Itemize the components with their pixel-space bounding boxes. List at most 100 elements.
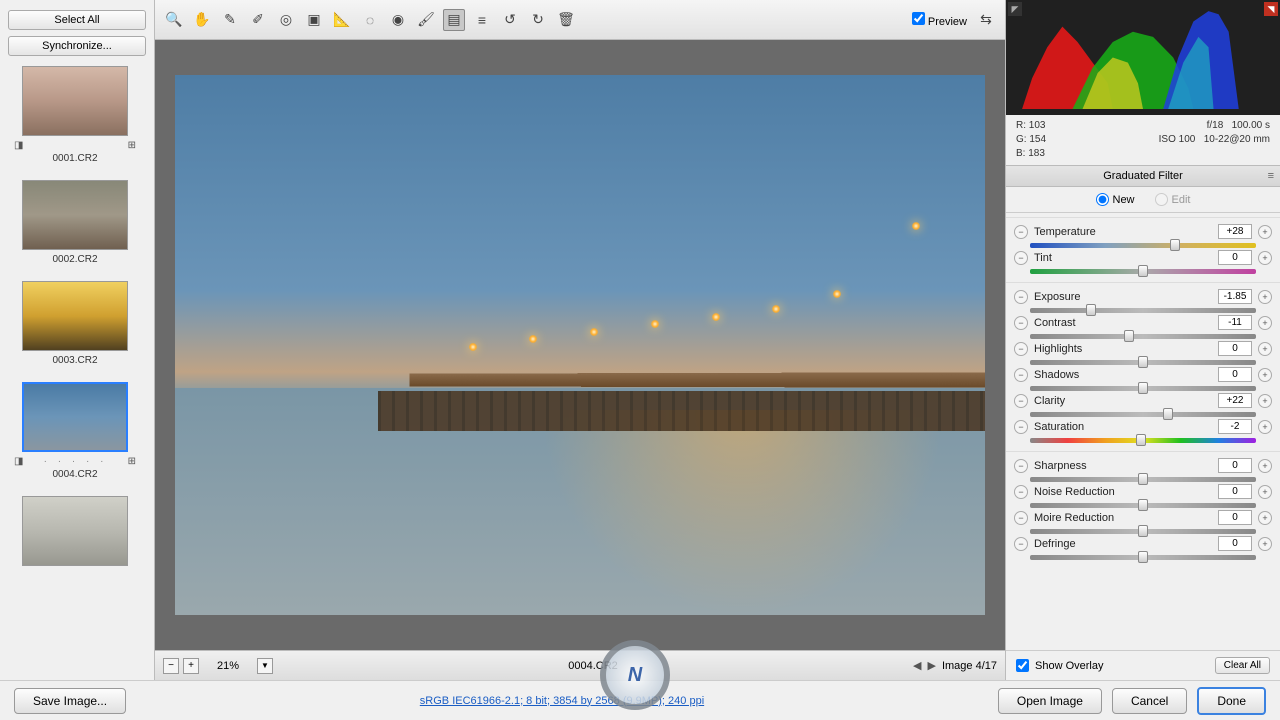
open-image-button[interactable]: Open Image <box>998 688 1102 714</box>
rotate-ccw-icon[interactable]: ↺ <box>499 9 521 31</box>
slider-value-input[interactable] <box>1218 536 1252 551</box>
show-overlay-checkbox[interactable] <box>1016 659 1029 672</box>
slider-handle[interactable] <box>1138 265 1148 277</box>
decrement-button[interactable]: − <box>1014 251 1028 265</box>
slider-value-input[interactable] <box>1218 458 1252 473</box>
slider-value-input[interactable] <box>1218 315 1252 330</box>
graduated-filter-tool-icon[interactable]: ▤ <box>443 9 465 31</box>
slider-track[interactable] <box>1030 477 1256 482</box>
decrement-button[interactable]: − <box>1014 459 1028 473</box>
slider-value-input[interactable] <box>1218 510 1252 525</box>
cancel-button[interactable]: Cancel <box>1112 688 1187 714</box>
straighten-tool-icon[interactable]: 📐 <box>331 9 353 31</box>
decrement-button[interactable]: − <box>1014 394 1028 408</box>
increment-button[interactable]: + <box>1258 368 1272 382</box>
done-button[interactable]: Done <box>1197 687 1266 715</box>
decrement-button[interactable]: − <box>1014 485 1028 499</box>
slider-track[interactable] <box>1030 555 1256 560</box>
slider-value-input[interactable] <box>1218 224 1252 239</box>
slider-handle[interactable] <box>1086 304 1096 316</box>
slider-track[interactable] <box>1030 308 1256 313</box>
increment-button[interactable]: + <box>1258 316 1272 330</box>
slider-handle[interactable] <box>1163 408 1173 420</box>
increment-button[interactable]: + <box>1258 225 1272 239</box>
slider-value-input[interactable] <box>1218 289 1252 304</box>
decrement-button[interactable]: − <box>1014 511 1028 525</box>
select-all-button[interactable]: Select All <box>8 10 146 30</box>
mode-edit-radio[interactable]: Edit <box>1155 193 1191 206</box>
thumbnail[interactable]: 0002.CR2 <box>8 180 142 265</box>
rotate-cw-icon[interactable]: ↻ <box>527 9 549 31</box>
decrement-button[interactable]: − <box>1014 368 1028 382</box>
workflow-options-link[interactable]: sRGB IEC61966-2.1; 8 bit; 3854 by 2568 (… <box>136 695 988 707</box>
thumbnail[interactable]: ◨⊞0001.CR2 <box>8 66 142 164</box>
fullscreen-toggle-icon[interactable]: ⇆ <box>975 9 997 31</box>
panel-menu-icon[interactable]: ≡ <box>1268 170 1274 182</box>
canvas-area[interactable] <box>155 40 1005 650</box>
zoom-in-button[interactable]: + <box>183 658 199 674</box>
slider-track[interactable] <box>1030 529 1256 534</box>
clear-all-button[interactable]: Clear All <box>1215 657 1270 674</box>
slider-track[interactable] <box>1030 438 1256 443</box>
slider-handle[interactable] <box>1138 499 1148 511</box>
crop-tool-icon[interactable]: ▣ <box>303 9 325 31</box>
slider-track[interactable] <box>1030 386 1256 391</box>
slider-track[interactable] <box>1030 269 1256 274</box>
slider-handle[interactable] <box>1138 382 1148 394</box>
thumbnail[interactable] <box>8 496 142 566</box>
synchronize-button[interactable]: Synchronize... <box>8 36 146 56</box>
save-image-button[interactable]: Save Image... <box>14 688 126 714</box>
prev-image-icon[interactable]: ◀ <box>913 659 921 672</box>
slider-value-input[interactable] <box>1218 250 1252 265</box>
slider-handle[interactable] <box>1124 330 1134 342</box>
spot-removal-tool-icon[interactable]: ◌ <box>359 9 381 31</box>
increment-button[interactable]: + <box>1258 420 1272 434</box>
slider-value-input[interactable] <box>1218 341 1252 356</box>
zoom-out-button[interactable]: − <box>163 658 179 674</box>
increment-button[interactable]: + <box>1258 485 1272 499</box>
decrement-button[interactable]: − <box>1014 316 1028 330</box>
adjustment-brush-tool-icon[interactable]: 🖌 <box>415 9 437 31</box>
decrement-button[interactable]: − <box>1014 225 1028 239</box>
slider-value-input[interactable] <box>1218 393 1252 408</box>
increment-button[interactable]: + <box>1258 537 1272 551</box>
thumbnail[interactable]: ◨· · · · ·⊞0004.CR2 <box>8 382 142 480</box>
increment-button[interactable]: + <box>1258 290 1272 304</box>
mode-new-radio[interactable]: New <box>1096 193 1135 206</box>
slider-track[interactable] <box>1030 412 1256 417</box>
slider-handle[interactable] <box>1170 239 1180 251</box>
increment-button[interactable]: + <box>1258 251 1272 265</box>
trash-icon[interactable]: 🗑 <box>555 9 577 31</box>
decrement-button[interactable]: − <box>1014 342 1028 356</box>
color-sampler-tool-icon[interactable]: ✐ <box>247 9 269 31</box>
slider-handle[interactable] <box>1138 473 1148 485</box>
slider-handle[interactable] <box>1138 525 1148 537</box>
slider-handle[interactable] <box>1138 356 1148 368</box>
slider-track[interactable] <box>1030 334 1256 339</box>
hand-tool-icon[interactable]: ✋ <box>191 9 213 31</box>
slider-value-input[interactable] <box>1218 419 1252 434</box>
increment-button[interactable]: + <box>1258 342 1272 356</box>
increment-button[interactable]: + <box>1258 394 1272 408</box>
slider-handle[interactable] <box>1138 551 1148 563</box>
decrement-button[interactable]: − <box>1014 537 1028 551</box>
slider-value-input[interactable] <box>1218 367 1252 382</box>
histogram[interactable]: ◤ ◥ <box>1006 0 1280 115</box>
slider-track[interactable] <box>1030 503 1256 508</box>
thumbnail[interactable]: 0003.CR2 <box>8 281 142 366</box>
targeted-adjustment-tool-icon[interactable]: ◎ <box>275 9 297 31</box>
increment-button[interactable]: + <box>1258 459 1272 473</box>
slider-value-input[interactable] <box>1218 484 1252 499</box>
filmstrip[interactable]: ◨⊞0001.CR2 0002.CR2 0003.CR2 ◨· · · · ·⊞000… <box>8 66 146 680</box>
image-preview[interactable] <box>175 75 985 615</box>
decrement-button[interactable]: − <box>1014 420 1028 434</box>
slider-track[interactable] <box>1030 243 1256 248</box>
next-image-icon[interactable]: ▶ <box>927 659 935 672</box>
slider-track[interactable] <box>1030 360 1256 365</box>
decrement-button[interactable]: − <box>1014 290 1028 304</box>
preview-checkbox[interactable]: Preview <box>912 12 967 28</box>
increment-button[interactable]: + <box>1258 511 1272 525</box>
white-balance-tool-icon[interactable]: ✎ <box>219 9 241 31</box>
slider-handle[interactable] <box>1136 434 1146 446</box>
zoom-tool-icon[interactable]: 🔍 <box>163 9 185 31</box>
